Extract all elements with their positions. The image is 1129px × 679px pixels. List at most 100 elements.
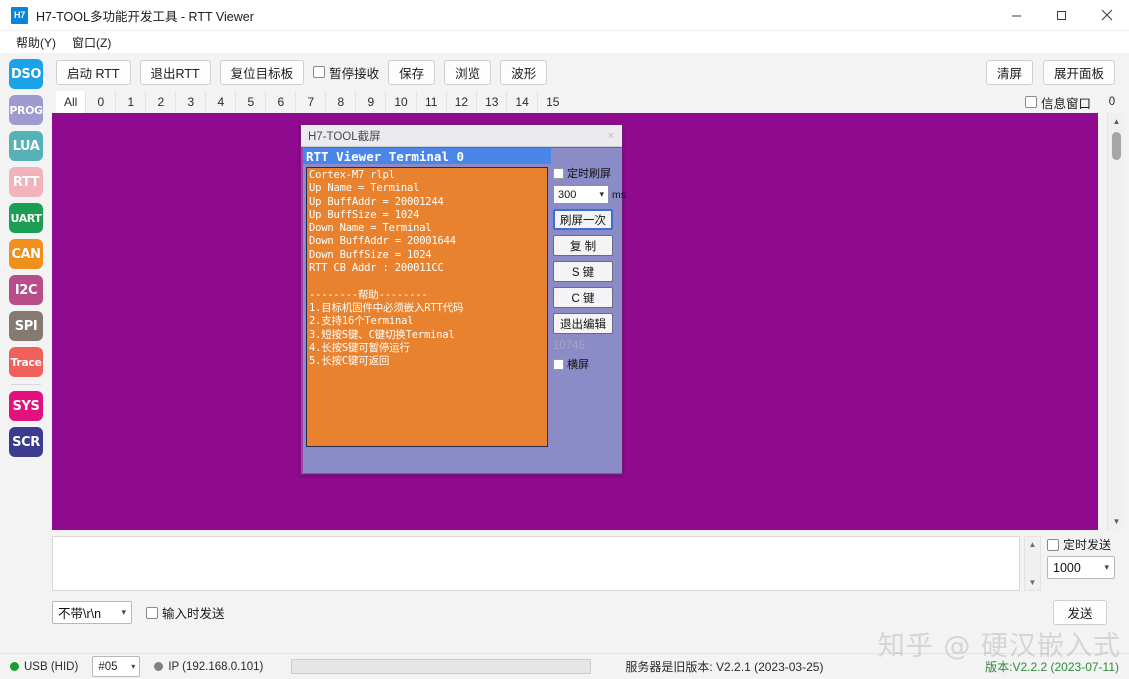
- timed-send-checkbox[interactable]: 定时发送: [1047, 536, 1111, 553]
- title-bar: H7 H7-TOOL多功能开发工具 - RTT Viewer: [0, 0, 1129, 31]
- send-options-row: 不带\r\n ▾ 输入时发送 发送: [52, 591, 1129, 625]
- scroll-up-icon[interactable]: ▲: [1025, 537, 1040, 552]
- landscape-checkbox[interactable]: 横屏: [553, 356, 589, 372]
- save-button[interactable]: 保存: [388, 59, 436, 85]
- minimize-icon[interactable]: [994, 0, 1039, 31]
- terminal-text: Cortex-M7 rlpl Up Name = Terminal Up Buf…: [309, 169, 464, 368]
- tab-0[interactable]: 0: [86, 91, 117, 113]
- status-bar: USB (HID) #05 ▾ IP (192.168.0.101) 服务器是旧…: [0, 653, 1129, 679]
- timed-refresh-checkbox[interactable]: 定时刷屏: [553, 165, 611, 181]
- refresh-interval-unit: ms: [612, 188, 626, 201]
- refresh-interval-row: 300 ▾ ms: [553, 185, 626, 204]
- progress-bar: [291, 659, 592, 674]
- terminal-tabs: All 0 1 2 3 4 5 6 7 8 9 10 11 12 13 14 1…: [52, 91, 1129, 113]
- scroll-down-icon[interactable]: ▼: [1025, 575, 1040, 590]
- tab-13[interactable]: 13: [477, 91, 508, 113]
- chevron-down-icon: ▾: [131, 662, 136, 671]
- landscape-label: 横屏: [567, 359, 589, 371]
- main-panel: 启动 RTT 退出RTT 复位目标板 暂停接收 保存 浏览 波形 清屏 展开面板…: [52, 53, 1129, 653]
- send-button[interactable]: 发送: [1053, 600, 1107, 625]
- tabstrip-right: 信息窗口 0: [1024, 91, 1129, 113]
- tab-4[interactable]: 4: [206, 91, 237, 113]
- tab-1[interactable]: 1: [116, 91, 147, 113]
- tab-15[interactable]: 15: [537, 91, 568, 113]
- tab-9[interactable]: 9: [356, 91, 387, 113]
- app-icon: H7: [11, 6, 28, 24]
- refresh-interval-select[interactable]: 300 ▾: [553, 185, 609, 204]
- application-window: H7 H7-TOOL多功能开发工具 - RTT Viewer 帮助(Y) 窗口(…: [0, 0, 1129, 679]
- info-window-checkbox[interactable]: 信息窗口: [1024, 93, 1091, 112]
- screenshot-content: RTT Viewer Terminal 0 Cortex-M7 rlpl Up …: [303, 148, 626, 473]
- send-input-row: ▲ ▼ 定时发送 1000 ▾: [52, 530, 1129, 591]
- tab-7[interactable]: 7: [296, 91, 327, 113]
- c-key-button[interactable]: C 键: [553, 287, 613, 308]
- tab-11[interactable]: 11: [416, 91, 447, 113]
- usb-status: USB (HID): [10, 661, 78, 673]
- exit-edit-button[interactable]: 退出编辑: [553, 313, 613, 334]
- screenshot-window[interactable]: H7-TOOL截屏 × RTT Viewer Terminal 0 Cortex…: [300, 124, 626, 475]
- refresh-once-button[interactable]: 刷屏一次: [553, 209, 613, 230]
- send-input-scrollbar[interactable]: ▲ ▼: [1024, 536, 1041, 591]
- tab-14[interactable]: 14: [507, 91, 538, 113]
- copy-button[interactable]: 复 制: [553, 235, 613, 256]
- reset-target-button[interactable]: 复位目标板: [219, 59, 305, 85]
- maximize-icon[interactable]: [1039, 0, 1084, 31]
- s-key-button[interactable]: S 键: [553, 261, 613, 282]
- tab-2[interactable]: 2: [146, 91, 177, 113]
- terminal-output: Cortex-M7 rlpl Up Name = Terminal Up Buf…: [306, 167, 548, 447]
- chevron-down-icon: ▾: [599, 189, 604, 199]
- viewer-scrollbar[interactable]: ▲ ▼: [1107, 113, 1124, 530]
- scroll-down-icon[interactable]: ▼: [1108, 513, 1125, 530]
- screenshot-side-panel: 定时刷屏 300 ▾ ms 刷屏一次 复 制 S 键 C 键 退出编辑 1074…: [553, 165, 626, 376]
- clear-screen-button[interactable]: 清屏: [985, 59, 1033, 85]
- terminal-header: RTT Viewer Terminal 0: [303, 148, 551, 164]
- usb-status-dot: [10, 662, 19, 671]
- checkbox-box: [553, 358, 564, 370]
- ip-status: IP (192.168.0.101): [154, 661, 263, 673]
- pause-receive-checkbox[interactable]: 暂停接收: [313, 63, 379, 82]
- scroll-up-icon[interactable]: ▲: [1108, 113, 1125, 130]
- info-window-label: 信息窗口: [1040, 96, 1091, 111]
- menu-bar: 帮助(Y) 窗口(Z): [0, 31, 1129, 53]
- expand-panel-button[interactable]: 展开面板: [1042, 59, 1115, 85]
- send-text-input[interactable]: [52, 536, 1020, 591]
- menu-item-help[interactable]: 帮助(Y): [8, 32, 64, 53]
- refresh-interval-value: 300: [558, 188, 577, 201]
- tab-12[interactable]: 12: [446, 91, 478, 113]
- menu-item-window[interactable]: 窗口(Z): [64, 32, 119, 53]
- close-icon[interactable]: [1084, 0, 1129, 31]
- checkbox-box: [553, 167, 564, 179]
- rtt-viewer-canvas[interactable]: H7-TOOL截屏 × RTT Viewer Terminal 0 Cortex…: [52, 113, 1098, 530]
- exit-rtt-button[interactable]: 退出RTT: [139, 59, 211, 85]
- line-ending-select[interactable]: 不带\r\n ▾: [52, 601, 132, 624]
- scrollbar-thumb[interactable]: [1112, 132, 1121, 160]
- bottom-area: ▲ ▼ 定时发送 1000 ▾ 不带\r\n ▾ 输入时发送 发送: [52, 530, 1129, 653]
- send-on-input-label: 输入时发送: [162, 607, 225, 621]
- tab-10[interactable]: 10: [386, 91, 417, 113]
- tab-3[interactable]: 3: [176, 91, 207, 113]
- close-icon[interactable]: ×: [600, 126, 622, 146]
- usb-status-label: USB (HID): [24, 660, 79, 673]
- frame-counter: 10745: [553, 340, 585, 352]
- start-rtt-button[interactable]: 启动 RTT: [56, 59, 131, 85]
- body: DSO PROG LUA RTT UART CAN I2C SPI Trace …: [0, 53, 1129, 653]
- checkbox-box: [1047, 538, 1059, 551]
- rail-item-dso[interactable]: DSO: [9, 59, 43, 89]
- send-interval-select[interactable]: 1000 ▾: [1047, 556, 1115, 579]
- device-id-select[interactable]: #05 ▾: [92, 656, 141, 677]
- screenshot-window-title: H7-TOOL截屏: [308, 130, 381, 143]
- tab-8[interactable]: 8: [326, 91, 357, 113]
- timed-refresh-label: 定时刷屏: [567, 168, 611, 180]
- chevron-down-icon: ▾: [121, 607, 126, 617]
- browse-button[interactable]: 浏览: [444, 59, 492, 85]
- line-ending-value: 不带\r\n: [58, 607, 102, 621]
- checkbox-box: [1024, 96, 1037, 108]
- server-version-label: 服务器是旧版本: V2.2.1 (2023-03-25): [625, 660, 824, 674]
- send-interval-value: 1000: [1053, 560, 1081, 575]
- tab-6[interactable]: 6: [266, 91, 297, 113]
- tab-5[interactable]: 5: [236, 91, 267, 113]
- wave-button[interactable]: 波形: [500, 59, 548, 85]
- send-on-input-checkbox[interactable]: 输入时发送: [146, 603, 225, 622]
- pause-receive-label: 暂停接收: [329, 66, 380, 81]
- tab-all[interactable]: All: [56, 91, 87, 113]
